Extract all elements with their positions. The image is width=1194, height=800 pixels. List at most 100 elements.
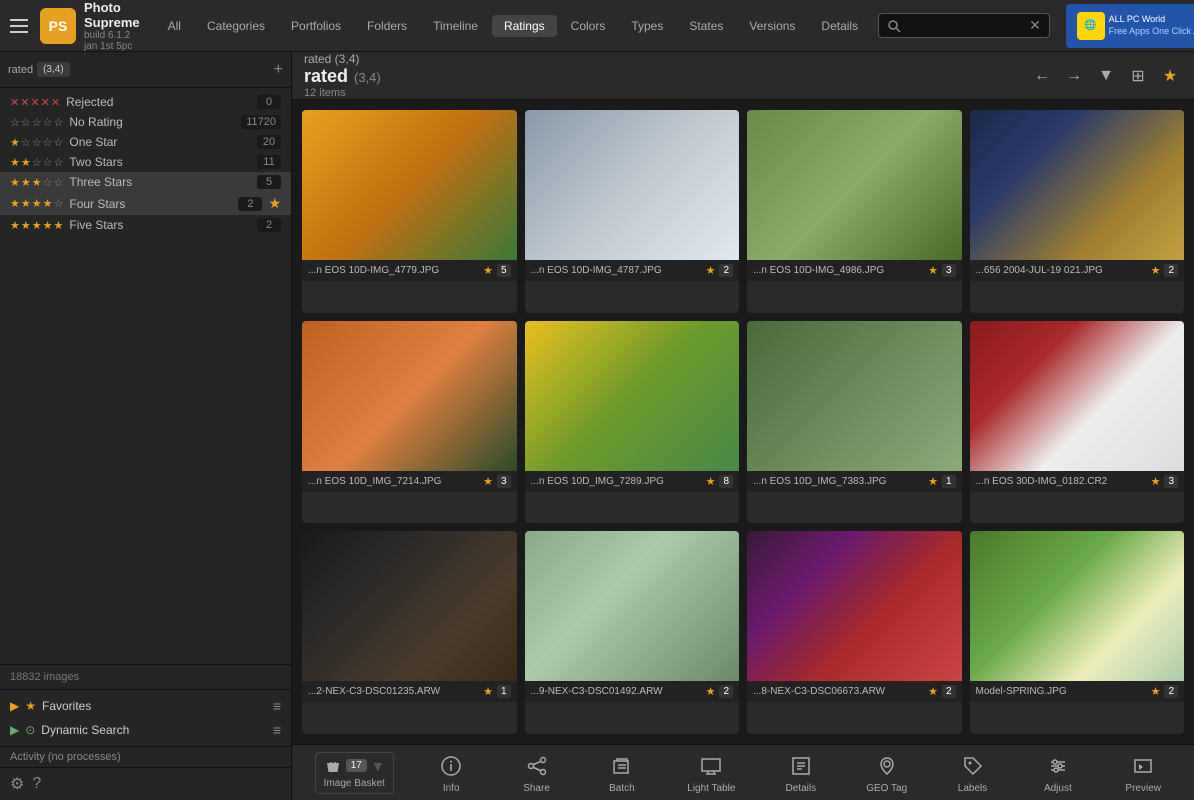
photo-item[interactable]: ...n EOS 10D_IMG_7289.JPG ★ 8 (525, 321, 740, 524)
header-actions: ← → ▼ ⊞ ★ (1030, 64, 1182, 88)
images-count: 18832 images (0, 664, 291, 689)
preview-icon (1132, 755, 1154, 777)
filter-button[interactable]: ▼ (1094, 64, 1118, 88)
share-tool[interactable]: Share (509, 748, 565, 798)
rating-one-count: 20 (257, 135, 281, 149)
settings-icon[interactable]: ⚙ (10, 774, 24, 794)
content-title: rated (304, 66, 348, 87)
basket-label: Image Basket (324, 778, 385, 789)
none-stars: ☆ ☆ ☆ ☆ ☆ (10, 116, 63, 129)
photo-thumb-building (525, 531, 740, 681)
photo-thumb-roses (970, 321, 1185, 471)
nav-versions[interactable]: Versions (737, 15, 807, 37)
photo-item[interactable]: Model-SPRING.JPG ★ 2 (970, 531, 1185, 734)
activity-text: Activity (no processes) (10, 751, 121, 763)
filter-tag: (3,4) (37, 62, 70, 77)
one-stars: ★ ☆ ☆ ☆ ☆ (10, 136, 63, 149)
rating-two-count: 11 (257, 155, 281, 169)
help-icon[interactable]: ? (32, 775, 41, 793)
nav-all[interactable]: All (156, 15, 193, 37)
details-tool[interactable]: Details (773, 748, 829, 798)
photo-item[interactable]: ...n EOS 10D_IMG_7214.JPG ★ 3 (302, 321, 517, 524)
search-icon (887, 19, 901, 33)
photo-info: ...n EOS 10D_IMG_7383.JPG ★ 1 (747, 471, 962, 492)
geotag-tool[interactable]: GEO Tag (858, 748, 915, 798)
nav-portfolios[interactable]: Portfolios (279, 15, 353, 37)
info-tool[interactable]: Info (423, 748, 479, 798)
nav-states[interactable]: States (677, 15, 735, 37)
sidebar-dynamic-search[interactable]: ▶ ⊙ Dynamic Search ≡ (0, 718, 291, 742)
stack-button[interactable]: ⊞ (1126, 64, 1150, 88)
favorites-menu-icon[interactable]: ≡ (273, 698, 281, 714)
sidebar-settings-bar: ⚙ ? (0, 767, 291, 800)
selected-indicator: ★ (268, 195, 281, 212)
two-stars: ★ ★ ☆ ☆ ☆ (10, 156, 63, 169)
nav-details[interactable]: Details (809, 15, 870, 37)
photo-thumb-deer (747, 110, 962, 260)
photo-item[interactable]: ...n EOS 10D-IMG_4986.JPG ★ 3 (747, 110, 962, 313)
photo-item[interactable]: ...9-NEX-C3-DSC01492.ARW ★ 2 (525, 531, 740, 734)
favorite-button[interactable]: ★ (1158, 64, 1182, 88)
play-icon: ▶ (10, 699, 19, 713)
photo-info: ...656 2004-JUL-19 021.JPG ★ 2 (970, 260, 1185, 281)
basket-count: 17 (346, 759, 367, 772)
geotag-label: GEO Tag (866, 783, 907, 794)
forward-button[interactable]: → (1062, 64, 1086, 88)
rating-four[interactable]: ★ ★ ★ ★ ☆ Four Stars 2 ★ (0, 192, 291, 215)
adjust-tool[interactable]: Adjust (1030, 748, 1086, 798)
photo-thumb-neon (747, 531, 962, 681)
photo-info: Model-SPRING.JPG ★ 2 (970, 681, 1185, 702)
rating-two[interactable]: ★ ★ ☆ ☆ ☆ Two Stars 11 (0, 152, 291, 172)
photo-name: ...n EOS 10D-IMG_4787.JPG (531, 265, 702, 276)
menu-icon[interactable] (10, 14, 28, 38)
activity-bar: Activity (no processes) (0, 746, 291, 767)
photo-item[interactable]: ...n EOS 30D-IMG_0182.CR2 ★ 3 (970, 321, 1185, 524)
image-basket-tool[interactable]: 17 ▼ Image Basket (315, 752, 394, 794)
filter-add-button[interactable]: + (274, 61, 283, 79)
back-button[interactable]: ← (1030, 64, 1054, 88)
nav-timeline[interactable]: Timeline (421, 15, 490, 37)
photo-item[interactable]: ...n EOS 10D-IMG_4787.JPG ★ 2 (525, 110, 740, 313)
details-icon (790, 755, 812, 777)
photo-name: ...8-NEX-C3-DSC06673.ARW (753, 686, 924, 697)
photo-thumb-forest (747, 321, 962, 471)
photo-item[interactable]: ...2-NEX-C3-DSC01235.ARW ★ 1 (302, 531, 517, 734)
rating-one[interactable]: ★ ☆ ☆ ☆ ☆ One Star 20 (0, 132, 291, 152)
rating-two-label: Two Stars (69, 155, 251, 169)
nav-colors[interactable]: Colors (559, 15, 618, 37)
sidebar-favorites[interactable]: ▶ ★ Favorites ≡ (0, 694, 291, 718)
preview-tool[interactable]: Preview (1115, 748, 1171, 798)
breadcrumb: rated (3,4) (304, 52, 381, 66)
rejected-stars: ✕ ✕ ✕ ✕ ✕ (10, 96, 60, 109)
rating-five[interactable]: ★ ★ ★ ★ ★ Five Stars 2 (0, 215, 291, 235)
three-stars: ★ ★ ★ ☆ ☆ (10, 176, 63, 189)
rating-three[interactable]: ★ ★ ★ ☆ ☆ Three Stars 5 (0, 172, 291, 192)
favorites-label: Favorites (42, 699, 267, 713)
photo-name: ...n EOS 30D-IMG_0182.CR2 (976, 476, 1147, 487)
photo-name: ...n EOS 10D-IMG_4779.JPG (308, 265, 479, 276)
search-clear-icon[interactable]: ✕ (1029, 17, 1041, 34)
lighttable-tool[interactable]: Light Table (679, 748, 743, 798)
nav-folders[interactable]: Folders (355, 15, 419, 37)
photo-item[interactable]: ...656 2004-JUL-19 021.JPG ★ 2 (970, 110, 1185, 313)
photo-item[interactable]: ...8-NEX-C3-DSC06673.ARW ★ 2 (747, 531, 962, 734)
sidebar: rated (3,4) + ✕ ✕ ✕ ✕ ✕ Rejected 0 (0, 52, 292, 800)
rating-none[interactable]: ☆ ☆ ☆ ☆ ☆ No Rating 11720 (0, 112, 291, 132)
photo-info: ...n EOS 10D-IMG_4787.JPG ★ 2 (525, 260, 740, 281)
search-input[interactable]: Stuff (905, 19, 1025, 33)
labels-tool[interactable]: Labels (945, 748, 1001, 798)
nav-types[interactable]: Types (619, 15, 675, 37)
photo-item[interactable]: ...n EOS 10D_IMG_7383.JPG ★ 1 (747, 321, 962, 524)
nav-ratings[interactable]: Ratings (492, 15, 557, 37)
app-logo: PS (40, 8, 76, 44)
star-icon: ★ (25, 699, 36, 713)
search-box[interactable]: Stuff ✕ (878, 13, 1050, 38)
rating-rejected[interactable]: ✕ ✕ ✕ ✕ ✕ Rejected 0 (0, 92, 291, 112)
photo-item[interactable]: ...n EOS 10D-IMG_4779.JPG ★ 5 (302, 110, 517, 313)
nav-categories[interactable]: Categories (195, 15, 277, 37)
dynamic-search-menu-icon[interactable]: ≡ (273, 722, 281, 738)
photo-info: ...n EOS 10D-IMG_4779.JPG ★ 5 (302, 260, 517, 281)
batch-tool[interactable]: Batch (594, 748, 650, 798)
share-label: Share (523, 783, 550, 794)
ad-banner: 🌐 ALL PC WorldFree Apps One Click Away (1066, 4, 1194, 48)
